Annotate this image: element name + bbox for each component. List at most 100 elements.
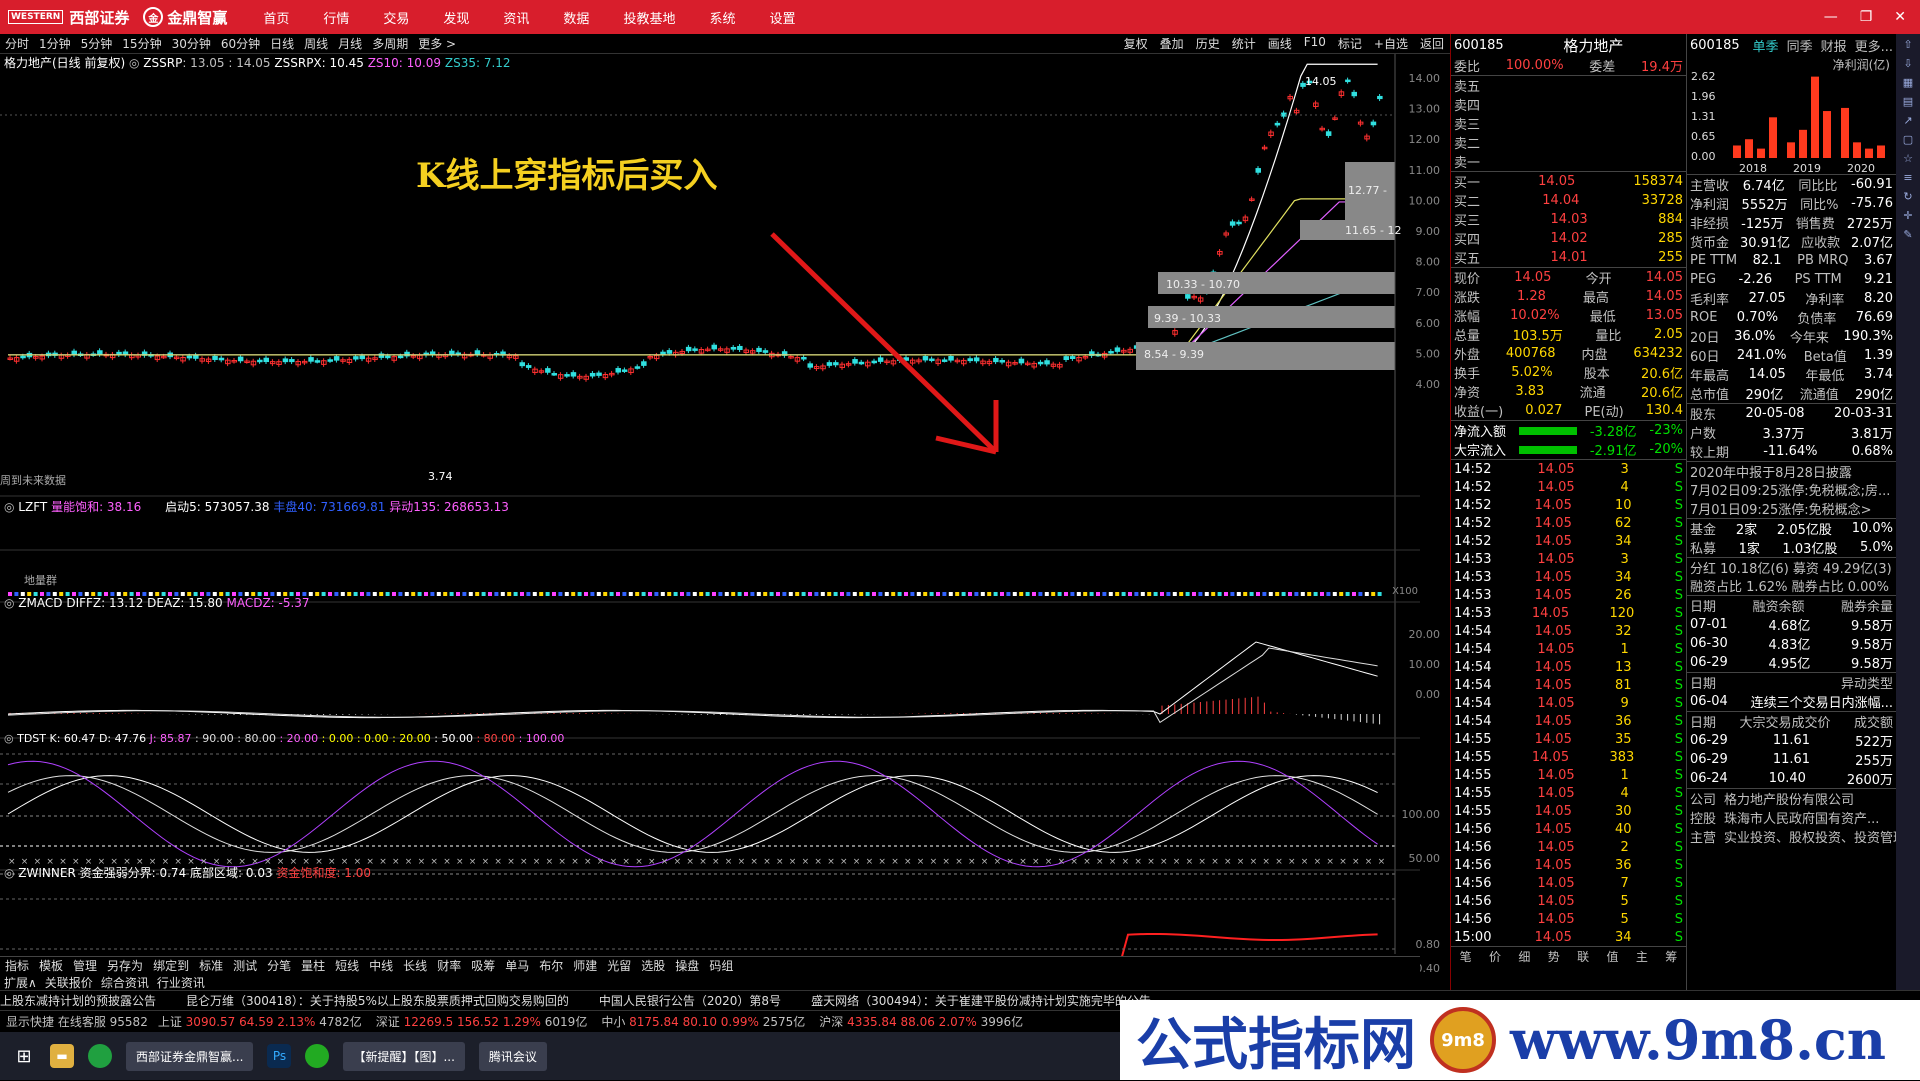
taskbar-app-2[interactable]: 腾讯会议 <box>478 1041 547 1071</box>
timeframe-10[interactable]: 更多 > <box>418 37 456 51</box>
doc-icon[interactable]: ▢ <box>1903 133 1913 146</box>
indicator-tab-1[interactable]: 模板 <box>39 957 63 974</box>
ticker-item-0[interactable]: 上股东减持计划的预披露公告 <box>0 992 156 1009</box>
wechat-icon[interactable] <box>305 1044 330 1068</box>
tick-list[interactable]: 14:52 14.05 3 S 14:52 14.05 4 S 14:52 14.05 10 S 14:… <box>1451 459 1686 946</box>
timeframe-1[interactable]: 1分钟 <box>39 37 71 51</box>
indicator-tab-15[interactable]: 布尔 <box>539 957 563 974</box>
tool-8[interactable]: 返回 <box>1420 35 1444 52</box>
timeframe-2[interactable]: 5分钟 <box>81 37 113 51</box>
status-item-0[interactable]: 显示快捷 <box>6 1015 58 1029</box>
folder-icon[interactable]: ▬ <box>50 1044 74 1068</box>
menu-item-5[interactable]: 数据 <box>563 8 589 27</box>
tool-4[interactable]: 画线 <box>1268 35 1292 52</box>
indicator-tab-12[interactable]: 财率 <box>437 957 461 974</box>
fund-tab-0[interactable]: 单季 <box>1753 36 1779 55</box>
timeframe-4[interactable]: 30分钟 <box>172 37 211 51</box>
timeframe-6[interactable]: 日线 <box>270 37 294 51</box>
extended-tab-2[interactable]: 综合资讯 <box>101 974 149 990</box>
quote-tab-7[interactable]: 筹 <box>1665 948 1677 965</box>
tool-7[interactable]: +自选 <box>1374 35 1408 52</box>
tool-3[interactable]: 统计 <box>1232 35 1256 52</box>
chart-area[interactable]: 14.00 13.00 12.00 11.00 10.00 9.00 8.00 7.00 6.0… <box>0 54 1450 1007</box>
extended-tab-3[interactable]: 行业资讯 <box>157 974 205 990</box>
taskbar-app-1[interactable]: 【新提醒】【图】... <box>343 1041 465 1071</box>
indicator-tab-13[interactable]: 吸筹 <box>471 957 495 974</box>
status-item-2[interactable]: 95582 <box>110 1015 148 1029</box>
fund-tab-1[interactable]: 同季 <box>1787 36 1813 55</box>
tool-2[interactable]: 历史 <box>1196 35 1220 52</box>
down-icon[interactable]: ⇩ <box>1903 57 1912 70</box>
indicator-tab-0[interactable]: 指标 <box>5 957 29 974</box>
extended-tab-0[interactable]: 扩展∧ <box>4 974 37 990</box>
indicator-tab-8[interactable]: 量柱 <box>301 957 325 974</box>
menu-item-1[interactable]: 行情 <box>323 8 349 27</box>
timeframe-3[interactable]: 15分钟 <box>122 37 161 51</box>
menu-item-8[interactable]: 设置 <box>769 8 795 27</box>
menu-item-6[interactable]: 投教基地 <box>623 8 675 27</box>
quote-tab-5[interactable]: 值 <box>1607 948 1619 965</box>
quote-tab-0[interactable]: 笔 <box>1460 948 1472 965</box>
indicator-tab-2[interactable]: 管理 <box>73 957 97 974</box>
tool-1[interactable]: 叠加 <box>1160 35 1184 52</box>
timeframe-8[interactable]: 月线 <box>338 37 362 51</box>
star-icon[interactable]: ☆ <box>1903 152 1913 165</box>
indicator-tab-10[interactable]: 中线 <box>369 957 393 974</box>
news-item-1[interactable]: 7月01日09:25涨停:免税概念> <box>1687 499 1896 518</box>
refresh-icon[interactable]: ↻ <box>1903 190 1912 203</box>
taskbar-app-0[interactable]: 西部证券金鼎智赢... <box>126 1041 254 1071</box>
maximize-icon[interactable]: ❐ <box>1860 9 1873 25</box>
trend-icon[interactable]: ↗ <box>1903 114 1912 127</box>
up-icon[interactable]: ⇧ <box>1903 38 1912 51</box>
timeframe-5[interactable]: 60分钟 <box>221 37 260 51</box>
indicator-tab-9[interactable]: 短线 <box>335 957 359 974</box>
indicator-tab-14[interactable]: 单马 <box>505 957 529 974</box>
chart-icon[interactable]: ▤ <box>1903 95 1913 108</box>
timeframe-7[interactable]: 周线 <box>304 37 328 51</box>
indicator-tab-19[interactable]: 操盘 <box>675 957 699 974</box>
extended-tab-1[interactable]: 关联报价 <box>45 974 93 990</box>
quote-tab-6[interactable]: 主 <box>1636 948 1648 965</box>
windows-start-icon[interactable]: ⊞ <box>12 1044 36 1068</box>
indicator-tab-20[interactable]: 码组 <box>709 957 733 974</box>
tool-0[interactable]: 复权 <box>1124 35 1148 52</box>
menu-item-3[interactable]: 发现 <box>443 8 469 27</box>
news-item-0[interactable]: 7月02日09:25涨停:免税概念;房... <box>1687 480 1896 499</box>
ps-icon[interactable]: Ps <box>267 1044 292 1068</box>
ticker-item-1[interactable]: 昆仑万维（300418）：关于持股5%以上股东股票质押式回购交易购回的 <box>186 992 569 1009</box>
ticker-item-3[interactable]: 盛天网络（300494）：关于崔建平股份减持计划实施完毕的公告 <box>811 992 1151 1009</box>
indicator-tab-5[interactable]: 标准 <box>199 957 223 974</box>
list-icon[interactable]: ≡ <box>1903 171 1912 184</box>
indicator-tab-3[interactable]: 另存为 <box>107 957 143 974</box>
pencil-icon[interactable]: ✎ <box>1903 228 1912 241</box>
indicator-tab-16[interactable]: 师建 <box>573 957 597 974</box>
tool-5[interactable]: F10 <box>1304 35 1326 52</box>
quote-tab-3[interactable]: 势 <box>1548 948 1560 965</box>
minimize-icon[interactable]: — <box>1824 9 1838 25</box>
indicator-tab-18[interactable]: 选股 <box>641 957 665 974</box>
menu-item-0[interactable]: 首页 <box>263 8 289 27</box>
menu-item-4[interactable]: 资讯 <box>503 8 529 27</box>
browser-icon[interactable] <box>88 1044 112 1068</box>
menu-item-2[interactable]: 交易 <box>383 8 409 27</box>
quote-tab-2[interactable]: 细 <box>1518 948 1530 965</box>
ticker-item-2[interactable]: 中国人民银行公告（2020）第8号 <box>599 992 781 1009</box>
indicator-tab-4[interactable]: 绑定到 <box>153 957 189 974</box>
timeframe-9[interactable]: 多周期 <box>372 37 408 51</box>
fund-tab-2[interactable]: 财报 <box>1821 36 1847 55</box>
status-item-1[interactable]: 在线客服 <box>58 1015 110 1029</box>
menu-item-7[interactable]: 系统 <box>709 8 735 27</box>
indicator-tab-6[interactable]: 测试 <box>233 957 257 974</box>
tool-6[interactable]: 标记 <box>1338 35 1362 52</box>
indicator-tab-17[interactable]: 光留 <box>607 957 631 974</box>
indicator-tab-11[interactable]: 长线 <box>403 957 427 974</box>
fund-tab-3[interactable]: 更多... <box>1855 36 1893 55</box>
grid-icon[interactable]: ▦ <box>1903 76 1913 89</box>
quote-tab-1[interactable]: 价 <box>1489 948 1501 965</box>
indicator-tab-7[interactable]: 分笔 <box>267 957 291 974</box>
cross-icon[interactable]: ✛ <box>1903 209 1912 222</box>
timeframe-0[interactable]: 分时 <box>5 37 29 51</box>
news-list[interactable]: 7月02日09:25涨停:免税概念;房... 7月01日09:25涨停:免税概念> <box>1687 480 1896 518</box>
close-icon[interactable]: ✕ <box>1894 9 1906 25</box>
quote-tab-4[interactable]: 联 <box>1577 948 1589 965</box>
